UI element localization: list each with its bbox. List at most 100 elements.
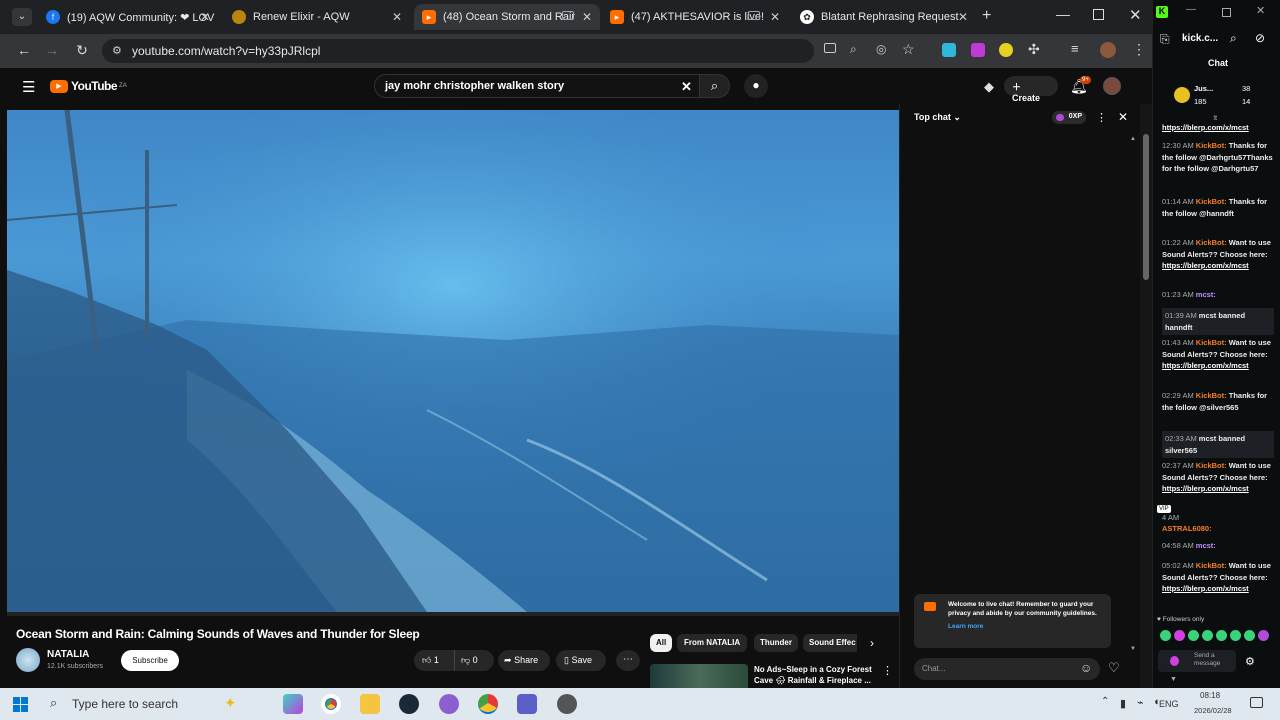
message-user[interactable]: KickBot: xyxy=(1196,238,1227,247)
video-player[interactable] xyxy=(7,110,899,612)
message-user[interactable]: KickBot: xyxy=(1196,141,1227,150)
zoom-icon[interactable]: ⌕ xyxy=(850,42,857,57)
save-button[interactable]: ▯ Save xyxy=(556,650,606,671)
message-user[interactable]: KickBot: xyxy=(1196,197,1227,206)
kick-back-icon[interactable]: ⎘ xyxy=(1160,32,1170,47)
forward-icon[interactable]: → xyxy=(42,42,62,58)
browser-menu-icon[interactable]: ⋮ xyxy=(1132,41,1146,58)
app-icon[interactable] xyxy=(557,694,577,714)
heart-icon[interactable]: ♡ xyxy=(1108,660,1120,676)
kick-user-avatar[interactable] xyxy=(1174,87,1190,103)
yt-extension-icon[interactable]: ◆ xyxy=(984,79,994,95)
youtube-logo[interactable]: ▶ YouTube ZA xyxy=(50,79,127,93)
clear-search-icon[interactable]: ✕ xyxy=(681,79,692,95)
copilot-icon[interactable] xyxy=(283,694,303,714)
tab-akthesavior[interactable]: ▸ (47) AKTHESAVIOR is live! ✕ xyxy=(602,4,788,30)
channel-name[interactable]: NATALIA xyxy=(47,649,89,660)
chips-next-icon[interactable]: › xyxy=(870,636,874,650)
close-window-button[interactable]: ✕ xyxy=(1129,6,1142,24)
reload-icon[interactable]: ↻ xyxy=(72,42,92,59)
extension-1-icon[interactable] xyxy=(942,43,956,57)
like-button[interactable]: 👍︎ 1 xyxy=(414,650,454,671)
hamburger-menu-icon[interactable]: ☰ xyxy=(22,78,35,96)
more-actions-button[interactable]: ⋯ xyxy=(616,650,640,671)
chat-input[interactable]: Chat... ☺ xyxy=(914,658,1100,680)
install-app-icon[interactable] xyxy=(824,43,836,53)
clock-date[interactable]: 2026/02/28 xyxy=(1194,706,1232,715)
chat-scrollbar[interactable]: ▲ ▼ xyxy=(1129,136,1137,652)
language-indicator[interactable]: ENG xyxy=(1159,699,1179,709)
emote-icon[interactable] xyxy=(1160,630,1171,641)
close-tab-icon[interactable]: ✕ xyxy=(770,10,780,24)
message-user[interactable]: KickBot: xyxy=(1196,338,1227,347)
back-icon[interactable]: ← xyxy=(14,42,34,58)
new-tab-button[interactable]: + xyxy=(982,7,991,25)
notification-center-icon[interactable] xyxy=(1250,697,1263,708)
message-link[interactable]: https://blerp.com/x/mcst xyxy=(1162,484,1249,493)
page-scrollbar[interactable] xyxy=(1140,104,1152,688)
file-explorer-icon[interactable] xyxy=(360,694,380,714)
message-link[interactable]: https://blerp.com/x/mcst xyxy=(1162,584,1249,593)
search-button[interactable]: ⌕ xyxy=(700,74,730,98)
extension-3-icon[interactable] xyxy=(999,43,1013,57)
kick-close-button[interactable]: ✕ xyxy=(1256,4,1265,17)
kick-message-input[interactable]: Send a message xyxy=(1158,650,1236,672)
chrome-active-icon[interactable] xyxy=(478,694,498,714)
minimize-button[interactable]: — xyxy=(1056,6,1070,22)
emote-icon[interactable] xyxy=(1230,630,1241,641)
tray-chevron-icon[interactable]: ⌃ xyxy=(1101,696,1109,707)
tab-aqw-community[interactable]: f (19) AQW Community: ❤ LOV ✕ xyxy=(38,4,218,30)
start-button[interactable] xyxy=(13,697,28,712)
emote-icon[interactable] xyxy=(1258,630,1269,641)
subscribe-button[interactable]: Subscribe xyxy=(121,650,179,671)
video-progress-bar[interactable] xyxy=(7,612,899,616)
taskbar-search-box[interactable]: ⌕ Type here to search ✦ xyxy=(40,690,270,718)
close-tab-icon[interactable]: ✕ xyxy=(392,10,402,24)
emoji-icon[interactable]: ☺ xyxy=(1080,661,1092,675)
related-video-title[interactable]: No Ads~Sleep in a Cozy Forest Cave 🌧 Rai… xyxy=(754,664,876,686)
network-icon[interactable]: ⌁ xyxy=(1137,696,1144,709)
address-bar[interactable]: ⚙ youtube.com/watch?v=hy33pJRlcpl ⌕ ◎ ☆ xyxy=(102,39,915,63)
message-user[interactable]: KickBot: xyxy=(1196,461,1227,470)
voice-search-button[interactable]: ● xyxy=(744,74,768,98)
message-user[interactable]: KickBot: xyxy=(1196,391,1227,400)
tab-ocean-storm[interactable]: ▸ (48) Ocean Storm and Rain ✕ xyxy=(414,4,600,30)
clock-time[interactable]: 08:18 xyxy=(1200,691,1220,700)
emote-icon[interactable] xyxy=(1202,630,1213,641)
maximize-button[interactable] xyxy=(1093,9,1104,20)
chip-all[interactable]: All xyxy=(650,634,673,652)
related-thumbnail[interactable] xyxy=(650,664,748,688)
chip-from-natalia[interactable]: From NATALIA xyxy=(677,634,748,652)
chip-thunder[interactable]: Thunder xyxy=(754,634,798,652)
emote-icon[interactable] xyxy=(1244,630,1255,641)
emote-icon[interactable] xyxy=(1216,630,1227,641)
message-user[interactable]: ASTRAL6080: xyxy=(1162,524,1212,533)
kick-hide-icon[interactable]: ⊘ xyxy=(1255,31,1265,45)
dislike-button[interactable]: 👎︎ 0 xyxy=(454,650,494,671)
scroll-down-arrow[interactable]: ▼ xyxy=(1129,646,1137,652)
close-tab-icon[interactable]: ✕ xyxy=(200,10,210,24)
related-more-icon[interactable]: ⋮ xyxy=(882,664,893,677)
kick-minimize-button[interactable]: — xyxy=(1186,4,1196,15)
tab-blatant-rephrasing[interactable]: ✿ Blatant Rephrasing Request ✕ xyxy=(792,4,976,30)
bookmark-star-icon[interactable]: ☆ xyxy=(902,41,915,58)
chat-mode-dropdown[interactable]: Top chat ⌄ xyxy=(914,112,961,123)
kick-settings-icon[interactable]: ⚙ xyxy=(1245,655,1255,668)
site-info-icon[interactable]: ⚙ xyxy=(112,44,122,57)
emote-icon[interactable] xyxy=(1188,630,1199,641)
account-avatar[interactable] xyxy=(1103,77,1121,95)
snipping-tool-icon[interactable] xyxy=(439,694,459,714)
chat-options-icon[interactable]: ⋮ xyxy=(1096,111,1107,124)
media-control-icon[interactable]: ≡ xyxy=(1071,41,1079,56)
chrome-icon[interactable] xyxy=(321,694,341,714)
profile-avatar[interactable] xyxy=(1100,42,1116,58)
kick-scroll-down-arrow[interactable]: ▼ xyxy=(1170,676,1177,683)
extensions-puzzle-icon[interactable]: ✣ xyxy=(1028,41,1040,58)
search-input[interactable]: jay mohr christopher walken story ✕ xyxy=(374,74,700,98)
learn-more-link[interactable]: Learn more xyxy=(948,622,983,631)
message-user[interactable]: mcst: xyxy=(1196,541,1216,550)
kick-maximize-button[interactable] xyxy=(1222,8,1231,17)
message-link[interactable]: https://blerp.com/x/mcst xyxy=(1162,361,1249,370)
close-chat-icon[interactable]: ✕ xyxy=(1118,110,1128,124)
create-button[interactable]: ＋ Create xyxy=(1004,76,1058,103)
